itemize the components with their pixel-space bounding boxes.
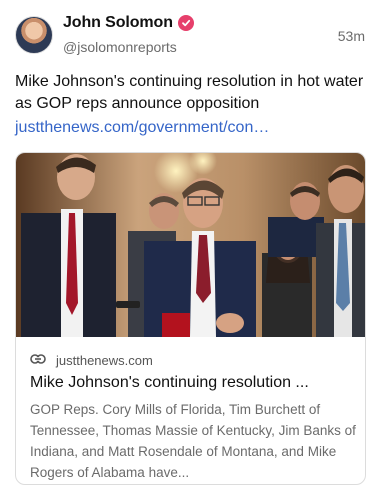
card-title: Mike Johnson's continuing resolution ... — [30, 374, 309, 391]
link-icon — [30, 351, 46, 369]
card-description: GOP Reps. Cory Mills of Florida, Tim Bur… — [30, 402, 356, 480]
author-name[interactable]: John Solomon — [63, 14, 173, 32]
card-domain-row: justthenews.com — [30, 351, 153, 369]
card-domain: justthenews.com — [56, 352, 153, 368]
avatar[interactable] — [15, 16, 53, 54]
author-handle[interactable]: @jsolomonreports — [63, 39, 177, 55]
social-post: John Solomon @jsolomonreports 53m Mike J… — [0, 0, 381, 500]
preview-image — [16, 153, 365, 337]
verified-badge-icon — [177, 15, 194, 31]
post-link[interactable]: justthenews.com/government/con… — [15, 117, 269, 139]
card-meta: justthenews.com Mike Johnson's continuin… — [16, 337, 365, 484]
post-text: Mike Johnson's continuing resolution in … — [15, 73, 364, 112]
author-row: John Solomon — [63, 14, 194, 32]
post-timestamp: 53m — [337, 28, 365, 44]
link-preview-card[interactable]: justthenews.com Mike Johnson's continuin… — [15, 152, 366, 485]
